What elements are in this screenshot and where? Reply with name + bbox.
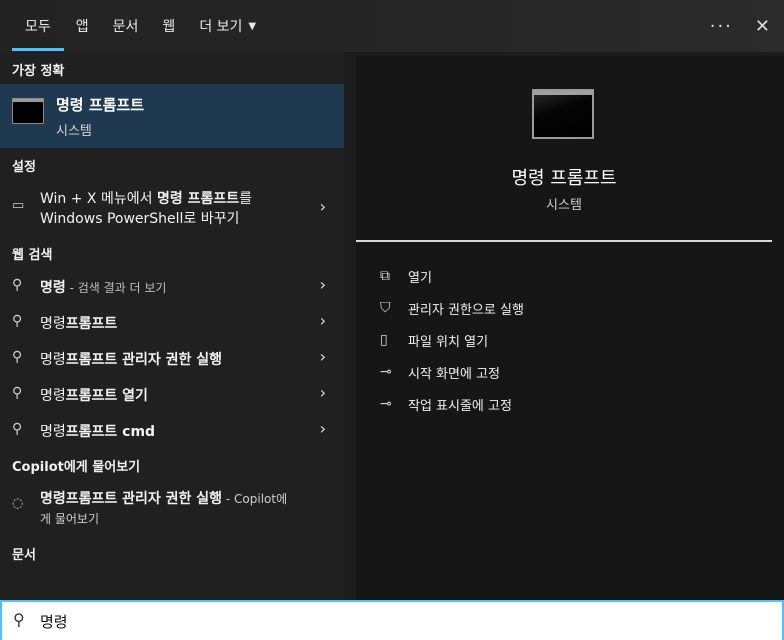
detail-panel: 명령 프롬프트 시스템 ⧉ 열기 ⛉ 관리자 권한으로 실행 ▯ 파일 위치 열기 ⊸… xyxy=(356,56,784,600)
settings-item-line1: Win + X 메뉴에서 명령 프롬프트를 xyxy=(40,191,252,207)
section-best-match: 가장 정확 xyxy=(12,64,65,79)
search-icon: ⚲ xyxy=(13,610,25,629)
search-icon: ⚲ xyxy=(12,421,23,437)
results-panel: 가장 정확 명령 프롬프트 시스템 설정 ▭ Win + X 메뉴에서 명령 프… xyxy=(0,52,344,600)
settings-item-line2: Windows PowerShell로 바꾸기 xyxy=(40,211,240,227)
detail-subtitle: 시스템 xyxy=(546,198,582,213)
tab-web[interactable]: 웹 xyxy=(150,0,187,52)
command-prompt-preview-icon xyxy=(532,89,594,139)
web-item-0[interactable]: ⚲ 명령 - 검색 결과 더 보기 › xyxy=(0,268,344,304)
chat-bubble-icon: ◌ xyxy=(12,496,24,511)
command-prompt-app-icon xyxy=(12,98,44,124)
tab-strip: 모두 앱 문서 웹 더 보기 ▼ xyxy=(12,0,268,52)
pin-icon: ⊸ xyxy=(380,396,392,412)
chevron-right-icon: › xyxy=(319,383,326,402)
tab-apps[interactable]: 앱 xyxy=(64,0,101,52)
copilot-item[interactable]: ◌ 명령프롬프트 관리자 권한 실행 - Copilot에 게 물어보기 xyxy=(0,484,344,530)
best-match-title: 명령 프롬프트 xyxy=(56,96,145,114)
chevron-right-icon: › xyxy=(319,197,326,216)
keyboard-icon: ▭ xyxy=(12,198,25,213)
action-pin-to-start[interactable]: ⊸ 시작 화면에 고정 xyxy=(380,356,524,388)
top-bar: 모두 앱 문서 웹 더 보기 ▼ ··· ✕ xyxy=(0,0,784,52)
action-open-file-location[interactable]: ▯ 파일 위치 열기 xyxy=(380,324,524,356)
search-icon: ⚲ xyxy=(12,385,23,401)
chevron-right-icon: › xyxy=(319,347,326,366)
section-documents: 문서 xyxy=(12,548,36,563)
best-match-subtitle: 시스템 xyxy=(56,124,92,139)
section-web-search: 웹 검색 xyxy=(12,248,53,263)
section-settings: 설정 xyxy=(12,160,36,175)
best-match-item[interactable]: 명령 프롬프트 시스템 xyxy=(0,84,344,148)
action-list: ⧉ 열기 ⛉ 관리자 권한으로 실행 ▯ 파일 위치 열기 ⊸ 시작 화면에 고정 ⊸ 작… xyxy=(380,260,524,420)
more-options-icon[interactable]: ··· xyxy=(710,16,733,37)
web-item-1[interactable]: ⚲ 명령프롬프트 › xyxy=(0,304,344,340)
settings-item[interactable]: ▭ Win + X 메뉴에서 명령 프롬프트를 Windows PowerShe… xyxy=(0,184,344,232)
web-item-4[interactable]: ⚲ 명령프롬프트 cmd › xyxy=(0,412,344,448)
shield-icon: ⛉ xyxy=(380,300,391,316)
detail-title: 명령 프롬프트 xyxy=(511,168,617,189)
divider xyxy=(356,240,772,242)
open-icon: ⧉ xyxy=(380,268,390,284)
chevron-right-icon: › xyxy=(319,275,326,294)
pin-icon: ⊸ xyxy=(380,364,392,380)
search-icon: ⚲ xyxy=(12,277,23,293)
tab-all[interactable]: 모두 xyxy=(12,0,64,52)
top-actions: ··· ✕ xyxy=(710,0,770,52)
caret-down-icon: ▼ xyxy=(248,20,257,32)
search-icon: ⚲ xyxy=(12,313,23,329)
file-location-icon: ▯ xyxy=(380,332,388,348)
action-open[interactable]: ⧉ 열기 xyxy=(380,260,524,292)
tab-more[interactable]: 더 보기 ▼ xyxy=(187,0,268,52)
chevron-right-icon: › xyxy=(319,311,326,330)
section-copilot: Copilot에게 물어보기 xyxy=(12,460,141,475)
search-input[interactable] xyxy=(40,608,740,634)
search-bar: ⚲ xyxy=(0,600,784,640)
search-icon: ⚲ xyxy=(12,349,23,365)
action-pin-to-taskbar[interactable]: ⊸ 작업 표시줄에 고정 xyxy=(380,388,524,420)
web-item-2[interactable]: ⚲ 명령프롬프트 관리자 권한 실행 › xyxy=(0,340,344,376)
chevron-right-icon: › xyxy=(319,419,326,438)
tab-documents[interactable]: 문서 xyxy=(101,0,151,52)
close-icon[interactable]: ✕ xyxy=(755,16,770,37)
action-run-as-admin[interactable]: ⛉ 관리자 권한으로 실행 xyxy=(380,292,524,324)
web-item-3[interactable]: ⚲ 명령프롬프트 열기 › xyxy=(0,376,344,412)
